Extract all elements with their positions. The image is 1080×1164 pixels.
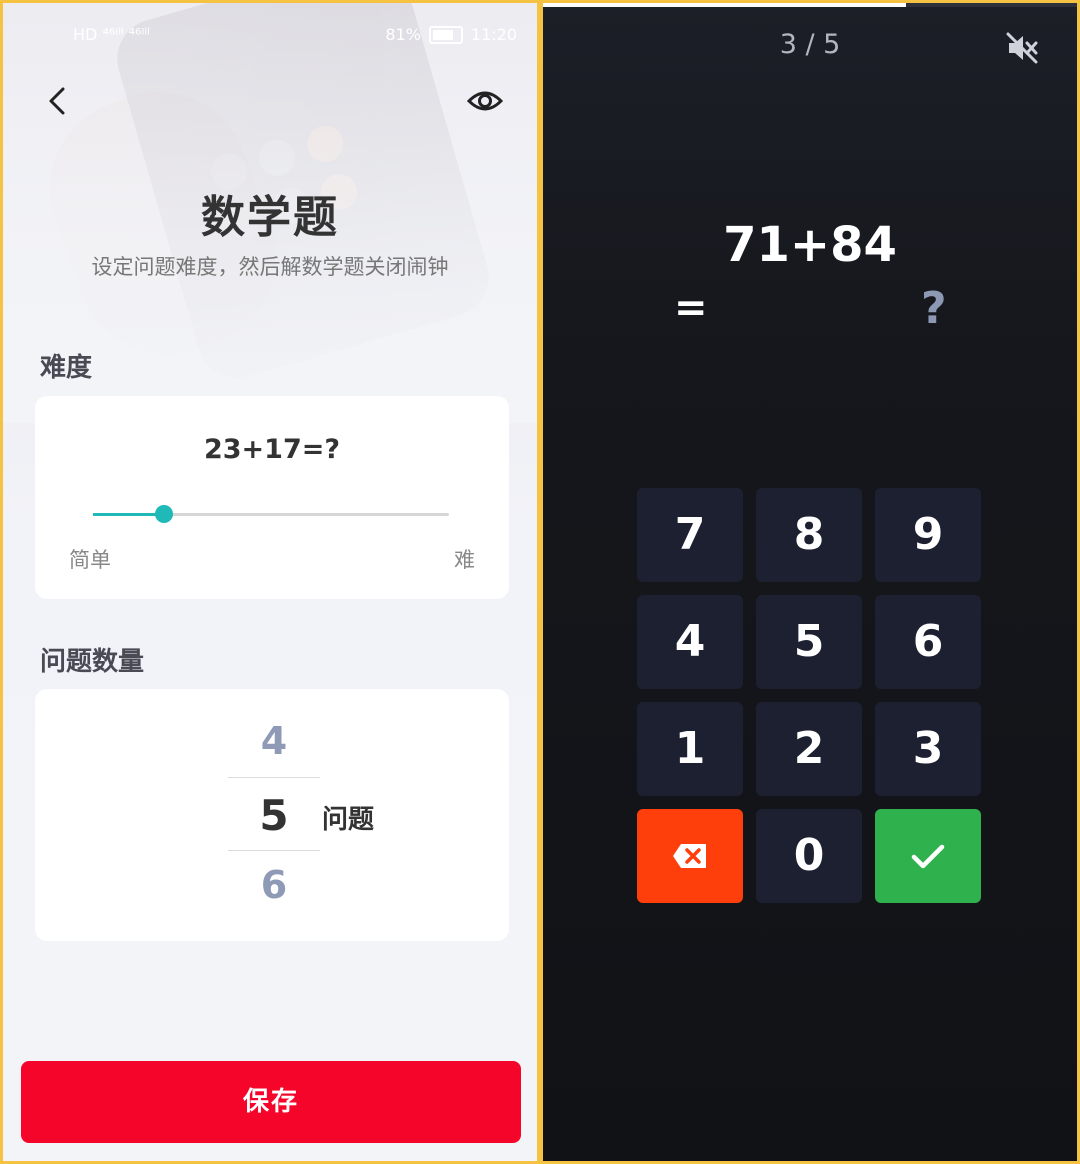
math-settings-screen: HD ⁴⁶ᴵˡˡ ⁴⁶ᴵˡˡ 81% 11:20 数学题 设定问题难度，然后解数… <box>3 3 537 1161</box>
confirm-button[interactable] <box>875 809 981 903</box>
picker-divider-bottom <box>228 850 320 851</box>
question-count-label: 问题数量 <box>40 647 145 677</box>
easy-label: 简单 <box>69 548 111 572</box>
question-count-card: 4 5 问题 6 <box>35 689 509 941</box>
picker-option-below[interactable]: 6 <box>228 863 320 907</box>
check-icon <box>911 844 945 869</box>
page-subtitle: 设定问题难度，然后解数学题关闭闹钟 <box>91 255 449 279</box>
equals-sign: = <box>674 285 708 331</box>
key-5[interactable]: 5 <box>756 595 862 689</box>
back-arrow-icon[interactable] <box>41 83 77 119</box>
question-counter: 3 / 5 <box>779 29 841 60</box>
slider-fill <box>93 513 165 516</box>
key-4[interactable]: 4 <box>637 595 743 689</box>
page-title: 数学题 <box>201 192 339 243</box>
math-expression: 71+84 <box>723 217 897 273</box>
quiz-progress-fill <box>543 3 907 7</box>
key-9[interactable]: 9 <box>875 488 981 582</box>
status-bar: HD ⁴⁶ᴵˡˡ ⁴⁶ᴵˡˡ 81% 11:20 <box>73 25 517 51</box>
save-button[interactable]: 保存 <box>21 1061 521 1143</box>
eye-icon[interactable] <box>465 81 505 121</box>
quiz-progress-bar <box>543 3 1077 7</box>
signal-text: HD ⁴⁶ᴵˡˡ ⁴⁶ᴵˡˡ <box>73 25 150 44</box>
difficulty-slider[interactable] <box>93 505 449 523</box>
picker-option-above[interactable]: 4 <box>228 719 320 763</box>
mute-icon[interactable] <box>1005 31 1039 65</box>
clock-text: 11:20 <box>470 25 517 44</box>
key-8[interactable]: 8 <box>756 488 862 582</box>
hard-label: 难 <box>454 548 475 572</box>
math-quiz-screen: 3 / 5 71+84 = ? 7 8 9 4 5 6 1 2 3 0 <box>543 3 1077 1161</box>
key-0[interactable]: 0 <box>756 809 862 903</box>
answer-placeholder: ? <box>921 283 947 334</box>
key-2[interactable]: 2 <box>756 702 862 796</box>
key-7[interactable]: 7 <box>637 488 743 582</box>
picker-unit: 问题 <box>322 805 375 835</box>
backspace-icon <box>673 844 706 868</box>
key-1[interactable]: 1 <box>637 702 743 796</box>
key-3[interactable]: 3 <box>875 702 981 796</box>
battery-icon <box>428 25 463 44</box>
difficulty-label: 难度 <box>40 353 93 383</box>
key-6[interactable]: 6 <box>875 595 981 689</box>
battery-text: 81% <box>385 25 421 44</box>
example-question: 23+17=? <box>203 434 341 465</box>
backspace-button[interactable] <box>637 809 743 903</box>
picker-divider-top <box>228 777 320 778</box>
picker-option-selected[interactable]: 5 <box>228 791 320 840</box>
difficulty-card: 23+17=? 简单 难 <box>35 396 509 599</box>
slider-thumb[interactable] <box>155 505 174 523</box>
